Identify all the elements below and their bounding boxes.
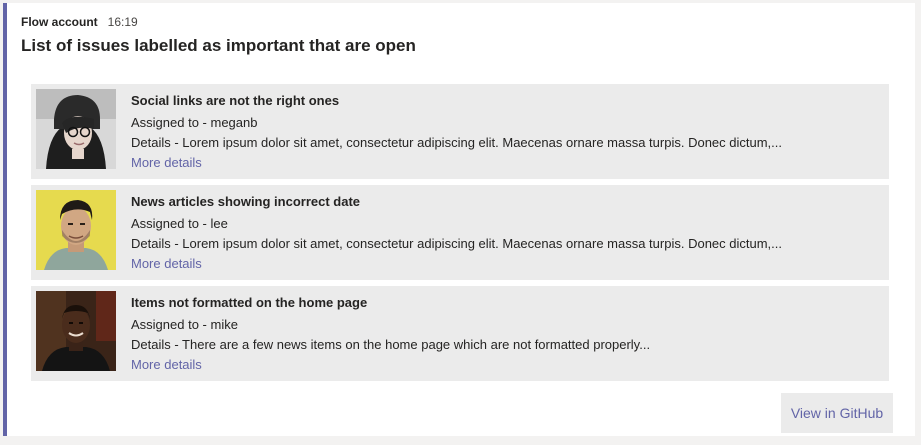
message-timestamp: 16:19 <box>107 15 138 29</box>
issue-body: Items not formatted on the home page Ass… <box>131 294 879 374</box>
issue-item: News articles showing incorrect date Ass… <box>31 185 889 280</box>
more-details-link[interactable]: More details <box>131 256 202 272</box>
view-in-github-button[interactable]: View in GitHub <box>781 393 893 433</box>
issue-title: Social links are not the right ones <box>131 93 340 108</box>
issue-details: Details - Lorem ipsum dolor sit amet, co… <box>131 135 782 150</box>
avatar <box>36 190 116 270</box>
issue-assignee: Assigned to - mike <box>131 317 238 332</box>
more-details-link[interactable]: More details <box>131 155 202 171</box>
issue-assignee: Assigned to - meganb <box>131 115 258 130</box>
sender-name: Flow account <box>21 15 98 29</box>
avatar <box>36 89 116 169</box>
issue-body: Social links are not the right ones Assi… <box>131 92 879 172</box>
message-card: Flow account 16:19 List of issues labell… <box>3 3 915 436</box>
more-details-link[interactable]: More details <box>131 357 202 373</box>
issue-title: News articles showing incorrect date <box>131 194 361 209</box>
avatar <box>36 291 116 371</box>
message-meta: Flow account 16:19 <box>21 15 138 29</box>
issue-assignee: Assigned to - lee <box>131 216 228 231</box>
issue-list: Social links are not the right ones Assi… <box>31 84 889 387</box>
message-title: List of issues labelled as important tha… <box>21 36 416 55</box>
issue-item: Items not formatted on the home page Ass… <box>31 286 889 381</box>
issue-details: Details - Lorem ipsum dolor sit amet, co… <box>131 236 782 251</box>
issue-item: Social links are not the right ones Assi… <box>31 84 889 179</box>
issue-body: News articles showing incorrect date Ass… <box>131 193 879 273</box>
issue-title: Items not formatted on the home page <box>131 295 368 310</box>
issue-details: Details - There are a few news items on … <box>131 337 651 352</box>
